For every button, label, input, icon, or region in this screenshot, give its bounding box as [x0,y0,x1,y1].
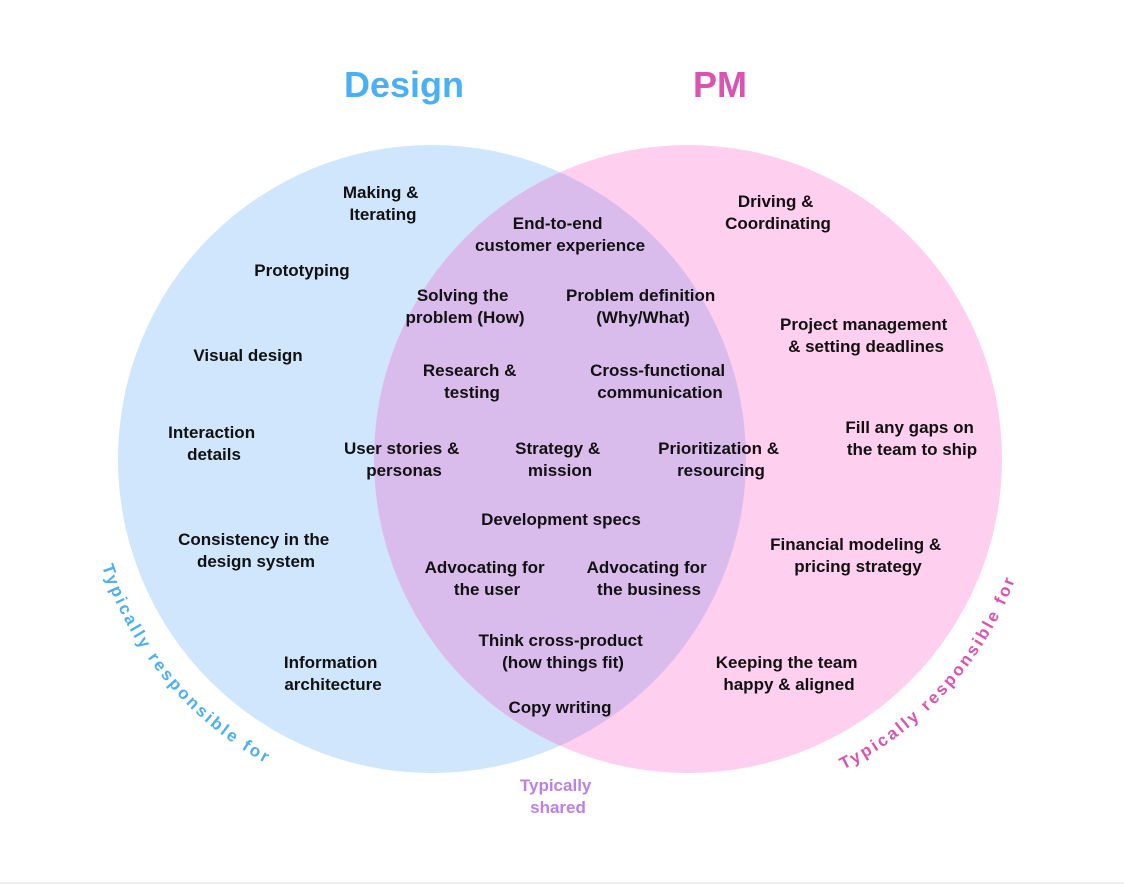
label-line: Iterating [349,205,416,224]
label-line: Development specs [481,510,641,529]
label-line: Interaction [168,423,255,442]
label-visual-design: Visual design [193,346,302,365]
label-line: communication [597,383,723,402]
venn-diagram: Design PM Making & Iterating Prototyping… [98,64,1017,817]
label-prototyping: Prototyping [254,261,349,280]
label-line: design system [197,552,315,571]
label-line: customer experience [475,236,645,255]
label-line: Prototyping [254,261,349,280]
label-line: Strategy & [515,439,600,458]
label-line: Information [284,653,378,672]
label-line: & setting deadlines [788,337,944,356]
label-line: testing [444,383,500,402]
caption-line: Typically [520,776,592,795]
label-line: (how things fit) [502,653,624,672]
label-line: Driving & [738,192,814,211]
label-line: Making & [343,183,419,202]
label-line: Consistency in the [178,530,329,549]
label-line: architecture [284,675,381,694]
label-line: mission [528,461,592,480]
label-line: Financial modeling & [770,535,941,554]
label-line: resourcing [677,461,765,480]
label-line: personas [366,461,442,480]
label-line: Fill any gaps on [845,418,973,437]
label-line: the team to ship [847,440,977,459]
label-line: Project management [780,315,948,334]
label-line: User stories & [344,439,459,458]
label-line: details [187,445,241,464]
caption-line: shared [530,798,586,817]
label-line: Keeping the team [716,653,858,672]
label-line: Research & [423,361,517,380]
label-line: Cross-functional [590,361,725,380]
label-line: happy & aligned [723,675,854,694]
label-line: (Why/What) [596,308,689,327]
label-line: End-to-end [513,214,603,233]
label-line: Visual design [193,346,302,365]
label-line: the user [454,580,521,599]
label-line: Solving the [417,286,509,305]
shared-caption: Typically shared [520,776,596,817]
label-line: the business [597,580,701,599]
label-line: Copy writing [509,698,612,717]
label-line: Advocating for [425,558,545,577]
design-title: Design [344,64,464,105]
pm-title: PM [693,64,747,105]
label-line: pricing strategy [794,557,922,576]
label-line: Problem definition [566,286,715,305]
label-line: Coordinating [725,214,831,233]
label-line: Advocating for [587,558,707,577]
label-line: Prioritization & [658,439,779,458]
label-line: Think cross-product [478,631,643,650]
label-development-specs: Development specs [481,510,641,529]
label-line: problem (How) [406,308,525,327]
label-copy-writing: Copy writing [509,698,612,717]
